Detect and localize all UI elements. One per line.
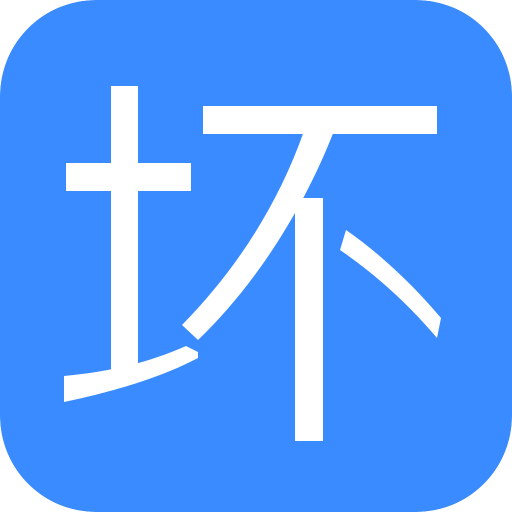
stroke-earth-vertical bbox=[111, 86, 138, 376]
stroke-earth-horizontal bbox=[66, 163, 191, 191]
stroke-bu-vertical bbox=[295, 198, 323, 441]
app-icon[interactable] bbox=[0, 0, 512, 512]
stroke-bu-top bbox=[203, 106, 437, 134]
app-icon-graphic bbox=[0, 0, 512, 512]
